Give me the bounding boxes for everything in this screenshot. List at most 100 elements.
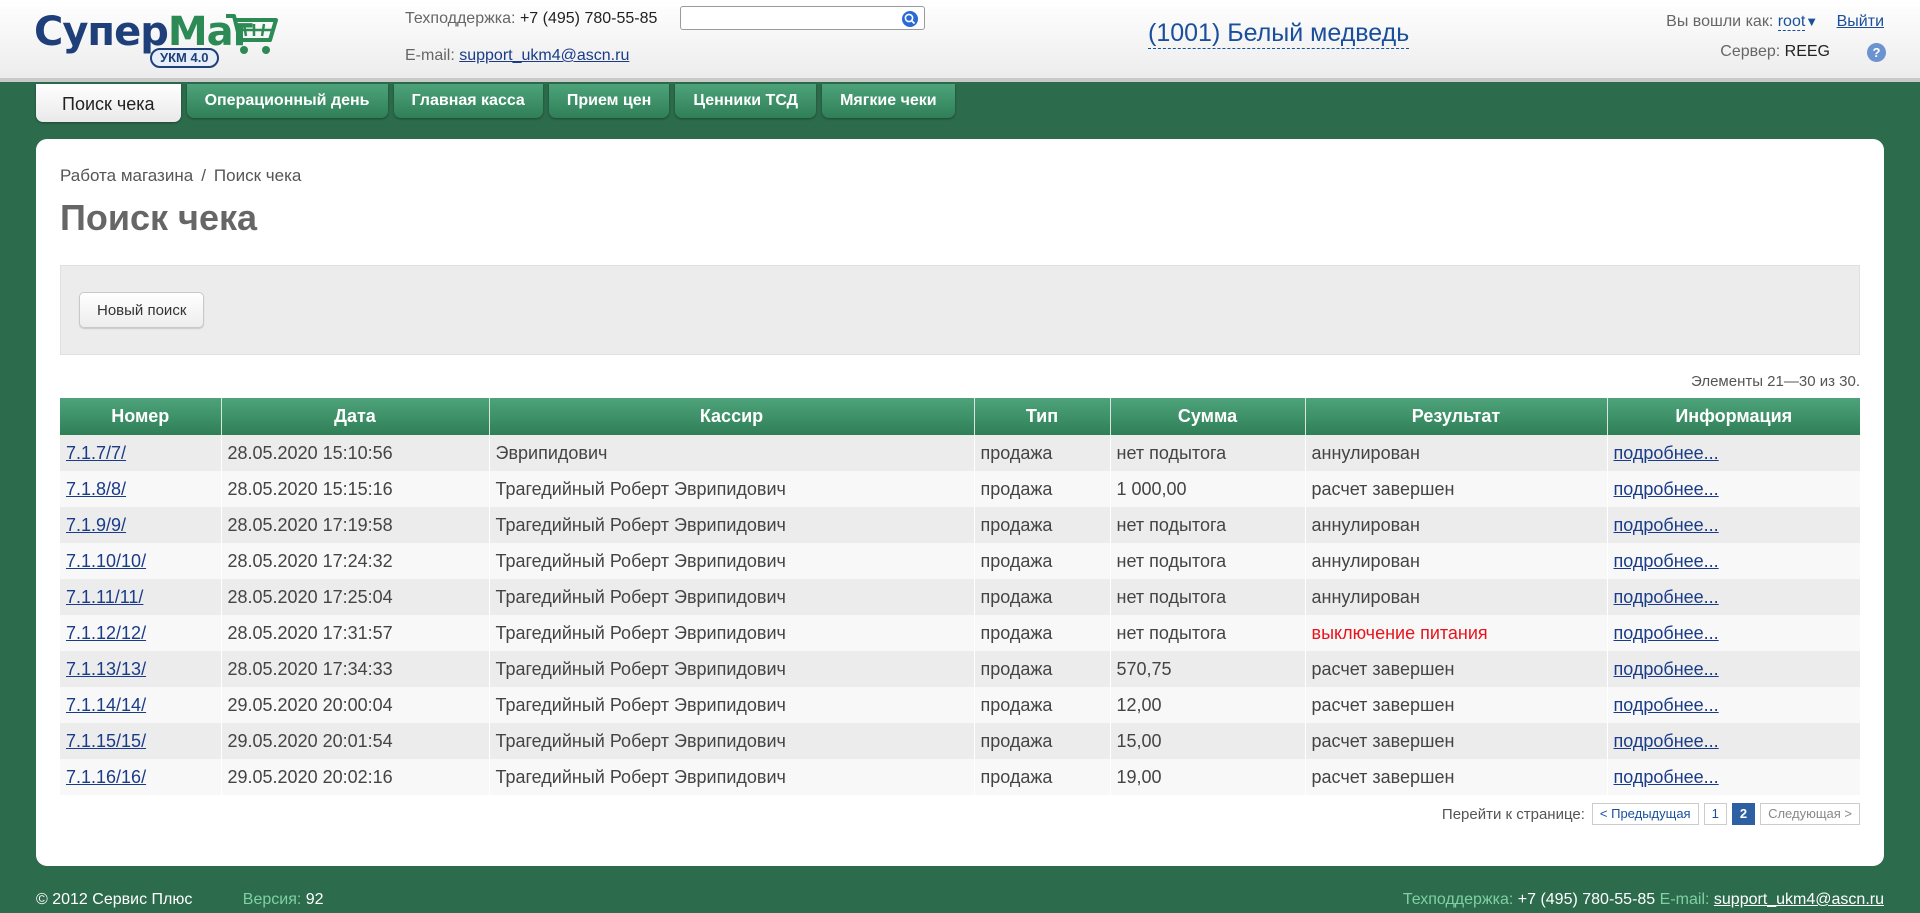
details-link[interactable]: подробнее... [1614, 767, 1719, 787]
copyright: © 2012 Сервис Плюс [36, 891, 193, 908]
cell-info: подробнее... [1607, 759, 1860, 795]
pager-page-2-current[interactable]: 2 [1731, 803, 1756, 825]
details-link[interactable]: подробнее... [1614, 551, 1719, 571]
support-label: Техподдержка: [405, 10, 516, 27]
col-result[interactable]: Результат [1305, 398, 1608, 435]
breadcrumb-parent[interactable]: Работа магазина [60, 166, 193, 185]
cell-result: расчет завершен [1305, 687, 1608, 723]
tab-receipt-search[interactable]: Поиск чека [36, 84, 181, 122]
pager-prev-button[interactable]: < Предыдущая [1591, 803, 1699, 825]
details-link[interactable]: подробнее... [1614, 623, 1719, 643]
details-link[interactable]: подробнее... [1614, 659, 1719, 679]
caret-down-icon[interactable]: ▼ [1805, 14, 1818, 29]
pager-page-1[interactable]: 1 [1703, 803, 1727, 825]
version-value: 92 [305, 891, 324, 908]
details-link[interactable]: подробнее... [1614, 515, 1719, 535]
cell-cashier: Трагедийный Роберт Эврипидович [489, 543, 975, 579]
table-row: 7.1.12/12/ 28.05.2020 17:31:57 Трагедийн… [60, 615, 1860, 651]
pager-next-button[interactable]: Следующая > [1760, 803, 1860, 825]
cell-sum: нет подытога [1110, 579, 1306, 615]
cell-type: продажа [974, 507, 1111, 543]
cell-sum: 1 000,00 [1110, 471, 1306, 507]
cell-type: продажа [974, 759, 1111, 795]
details-link[interactable]: подробнее... [1614, 587, 1719, 607]
cell-number: 7.1.11/11/ [60, 579, 222, 615]
table-row: 7.1.15/15/ 29.05.2020 20:01:54 Трагедийн… [60, 723, 1860, 759]
receipt-number-link[interactable]: 7.1.15/15/ [66, 731, 146, 751]
cell-result: аннулирован [1305, 435, 1608, 471]
cell-sum: 12,00 [1110, 687, 1306, 723]
search-icon[interactable] [902, 11, 918, 27]
details-link[interactable]: подробнее... [1614, 695, 1719, 715]
details-link[interactable]: подробнее... [1614, 479, 1719, 499]
pager-label: Перейти к странице: [1441, 805, 1585, 823]
table-row: 7.1.8/8/ 28.05.2020 15:15:16 Трагедийный… [60, 471, 1860, 507]
server-line: Сервер: REEG [1720, 43, 1830, 61]
table-row: 7.1.11/11/ 28.05.2020 17:25:04 Трагедийн… [60, 579, 1860, 615]
server-label: Сервер: [1720, 43, 1781, 60]
search-input[interactable] [681, 7, 896, 29]
col-sum[interactable]: Сумма [1110, 398, 1306, 435]
tab-main-cashdesk[interactable]: Главная касса [393, 84, 543, 118]
cell-date: 28.05.2020 15:15:16 [221, 471, 490, 507]
cell-number: 7.1.9/9/ [60, 507, 222, 543]
receipt-number-link[interactable]: 7.1.12/12/ [66, 623, 146, 643]
receipt-number-link[interactable]: 7.1.7/7/ [66, 443, 126, 463]
cell-result: расчет завершен [1305, 759, 1608, 795]
cell-info: подробнее... [1607, 435, 1860, 471]
logo-part1: Супер [34, 9, 169, 55]
details-link[interactable]: подробнее... [1614, 731, 1719, 751]
cell-sum: 19,00 [1110, 759, 1306, 795]
tab-tsd-price-tags[interactable]: Ценники ТСД [675, 84, 817, 118]
support-email-link[interactable]: support_ukm4@ascn.ru [459, 47, 629, 64]
tab-price-receive[interactable]: Прием цен [548, 84, 670, 118]
tab-operational-day[interactable]: Операционный день [186, 84, 388, 118]
footer-right: Техподдержка: +7 (495) 780-55-85 E-mail:… [1403, 891, 1884, 909]
cell-type: продажа [974, 615, 1111, 651]
receipt-number-link[interactable]: 7.1.14/14/ [66, 695, 146, 715]
col-type[interactable]: Тип [974, 398, 1111, 435]
col-cashier[interactable]: Кассир [489, 398, 975, 435]
logout-link[interactable]: Выйти [1837, 13, 1884, 30]
tab-soft-receipts[interactable]: Мягкие чеки [822, 84, 955, 118]
logged-in-label: Вы вошли как: [1666, 13, 1774, 30]
cell-date: 28.05.2020 17:24:32 [221, 543, 490, 579]
cell-info: подробнее... [1607, 687, 1860, 723]
cell-sum: нет подытога [1110, 435, 1306, 471]
col-info[interactable]: Информация [1607, 398, 1860, 435]
breadcrumb-current: Поиск чека [213, 166, 302, 185]
server-value: REEG [1784, 43, 1830, 60]
logo-badge: УКМ 4.0 [150, 48, 219, 68]
receipt-number-link[interactable]: 7.1.8/8/ [66, 479, 126, 499]
logo[interactable]: СуперМаг УКМ 4.0 [34, 6, 284, 72]
footer-support-phone: +7 (495) 780-55-85 [1517, 891, 1656, 908]
table-row: 7.1.16/16/ 29.05.2020 20:02:16 Трагедийн… [60, 759, 1860, 795]
cell-date: 28.05.2020 17:19:58 [221, 507, 490, 543]
col-date[interactable]: Дата [221, 398, 490, 435]
logo-text: СуперМаг [34, 6, 254, 58]
col-number[interactable]: Номер [60, 398, 222, 435]
receipt-number-link[interactable]: 7.1.11/11/ [66, 587, 143, 607]
help-icon[interactable]: ? [1867, 43, 1886, 62]
store-name[interactable]: (1001) Белый медведь [1148, 18, 1410, 49]
email-line: E-mail: support_ukm4@ascn.ru [405, 47, 629, 65]
receipt-number-link[interactable]: 7.1.9/9/ [66, 515, 126, 535]
cell-type: продажа [974, 651, 1111, 687]
receipt-number-link[interactable]: 7.1.10/10/ [66, 551, 146, 571]
receipt-number-link[interactable]: 7.1.16/16/ [66, 767, 146, 787]
cell-info: подробнее... [1607, 507, 1860, 543]
receipt-number-link[interactable]: 7.1.13/13/ [66, 659, 146, 679]
new-search-button[interactable]: Новый поиск [79, 292, 205, 328]
details-link[interactable]: подробнее... [1614, 443, 1719, 463]
footer-email-link[interactable]: support_ukm4@ascn.ru [1714, 891, 1884, 908]
cell-number: 7.1.10/10/ [60, 543, 222, 579]
table-header-row: Номер Дата Кассир Тип Сумма Результат Ин… [60, 398, 1860, 435]
cell-date: 28.05.2020 17:31:57 [221, 615, 490, 651]
user-menu[interactable]: root [1777, 13, 1806, 31]
cell-cashier: Трагедийный Роберт Эврипидович [489, 615, 975, 651]
support-phone: +7 (495) 780-55-85 [519, 10, 658, 27]
cell-type: продажа [974, 543, 1111, 579]
cell-cashier: Трагедийный Роберт Эврипидович [489, 723, 975, 759]
footer-support-label: Техподдержка: [1402, 891, 1514, 908]
elements-count: Элементы 21—30 из 30. [1691, 373, 1860, 390]
